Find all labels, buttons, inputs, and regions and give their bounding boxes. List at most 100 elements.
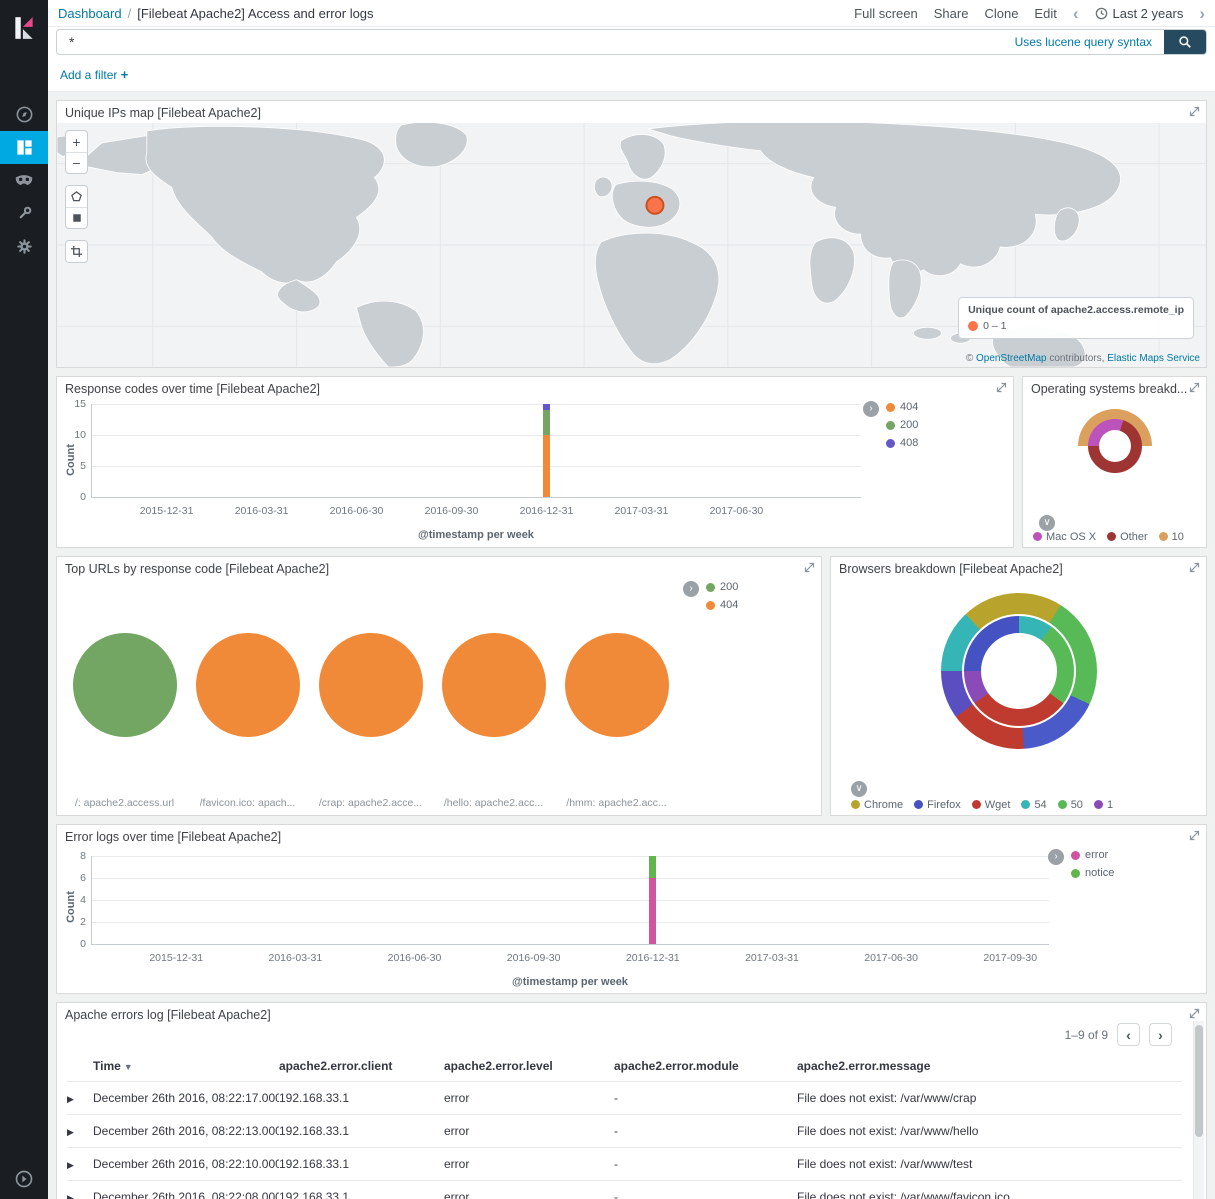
breadcrumb-dashboard-link[interactable]: Dashboard: [58, 6, 122, 21]
column-header-client[interactable]: apache2.error.client: [279, 1051, 444, 1081]
legend-item[interactable]: 1: [1094, 799, 1113, 811]
legend-toggle-icon[interactable]: ∨: [851, 781, 867, 797]
panel-title: Error logs over time [Filebeat Apache2]: [65, 830, 281, 844]
sidebar-item-discover[interactable]: [0, 98, 48, 131]
time-picker-button[interactable]: Last 2 years: [1095, 6, 1184, 21]
bar-segment-notice[interactable]: [649, 856, 656, 878]
pie-chart-200[interactable]: [73, 633, 177, 737]
error-logs-chart[interactable]: 024682015-12-312016-03-312016-06-302016-…: [91, 856, 1049, 945]
sidebar-item-dev-tools[interactable]: [0, 197, 48, 230]
cell-module: -: [614, 1180, 797, 1199]
draw-rectangle-button[interactable]: [66, 207, 87, 228]
share-button[interactable]: Share: [934, 6, 969, 21]
time-forward-button[interactable]: ›: [1199, 5, 1205, 22]
os-donut-chart[interactable]: [1078, 409, 1152, 483]
expand-panel-icon[interactable]: [996, 382, 1007, 393]
x-tick-label: 2017-09-30: [983, 952, 1037, 964]
column-header-level[interactable]: apache2.error.level: [444, 1051, 614, 1081]
kibana-logo[interactable]: [0, 0, 48, 56]
zoom-in-button[interactable]: +: [66, 131, 87, 152]
legend-label: 54: [1034, 799, 1046, 811]
legend-swatch: [1107, 532, 1116, 541]
legend-item[interactable]: 404: [886, 401, 918, 413]
elastic-maps-service-link[interactable]: Elastic Maps Service: [1107, 353, 1200, 364]
map-canvas[interactable]: + −: [57, 123, 1206, 367]
legend-swatch: [1058, 800, 1067, 809]
table-scrollbar-thumb[interactable]: [1195, 1025, 1203, 1137]
previous-page-button[interactable]: ‹: [1117, 1023, 1140, 1046]
legend-item[interactable]: Wget: [972, 799, 1011, 811]
legend-item[interactable]: Other: [1107, 531, 1148, 543]
page-title: [Filebeat Apache2] Access and error logs: [137, 6, 373, 21]
expand-row-icon[interactable]: ▶: [67, 1160, 74, 1170]
rectangle-icon: [72, 213, 82, 223]
legend-item[interactable]: 200: [886, 419, 918, 431]
column-header-module[interactable]: apache2.error.module: [614, 1051, 797, 1081]
bar-segment-200[interactable]: [543, 410, 550, 435]
cell-client: 192.168.33.1: [279, 1114, 444, 1147]
legend-item[interactable]: 404: [706, 599, 738, 611]
pie-chart-404[interactable]: [442, 633, 546, 737]
legend-item[interactable]: 408: [886, 437, 918, 449]
add-filter-button[interactable]: Add a filter +: [60, 68, 128, 82]
search-button[interactable]: [1164, 29, 1206, 55]
query-input[interactable]: * Uses lucene query syntax: [56, 29, 1207, 55]
chart-legend: error notice: [1071, 849, 1114, 885]
clone-button[interactable]: Clone: [984, 6, 1018, 21]
expand-row-icon[interactable]: ▶: [67, 1094, 74, 1104]
edit-button[interactable]: Edit: [1034, 6, 1056, 21]
legend-item[interactable]: 10: [1159, 531, 1184, 543]
legend-item[interactable]: notice: [1071, 867, 1114, 879]
expand-panel-icon[interactable]: [1189, 830, 1200, 841]
response-codes-chart[interactable]: 0510152015-12-312016-03-312016-06-302016…: [91, 404, 861, 498]
expand-panel-icon[interactable]: [804, 562, 815, 573]
expand-row-icon[interactable]: ▶: [67, 1193, 74, 1199]
bar-segment-404[interactable]: [543, 435, 550, 497]
legend-toggle-icon[interactable]: ›: [863, 401, 879, 417]
bar-segment-408[interactable]: [543, 404, 550, 410]
geo-marker[interactable]: [646, 197, 663, 214]
expand-panel-icon[interactable]: [1189, 106, 1200, 117]
expand-panel-icon[interactable]: [1189, 382, 1200, 393]
legend-item[interactable]: 50: [1058, 799, 1083, 811]
next-page-button[interactable]: ›: [1149, 1023, 1172, 1046]
legend-item[interactable]: Mac OS X: [1033, 531, 1096, 543]
bar-segment-error[interactable]: [649, 878, 656, 944]
sidebar-item-management[interactable]: [0, 230, 48, 263]
pie-chart-404[interactable]: [196, 633, 300, 737]
expand-row-icon[interactable]: ▶: [67, 1127, 74, 1137]
lucene-syntax-link[interactable]: Uses lucene query syntax: [1015, 35, 1152, 49]
sidebar-item-timelion[interactable]: [0, 164, 48, 197]
full-screen-button[interactable]: Full screen: [854, 6, 918, 21]
crop-icon: [71, 246, 82, 257]
pie-cell: /hello: apache2.acc...: [432, 633, 555, 809]
query-bar: * Uses lucene query syntax: [48, 27, 1215, 57]
collapse-nav-button[interactable]: [14, 1169, 34, 1189]
openstreetmap-link[interactable]: OpenStreetMap: [976, 353, 1047, 364]
expand-panel-icon[interactable]: [1189, 562, 1200, 573]
legend-item[interactable]: 54: [1021, 799, 1046, 811]
column-header-message[interactable]: apache2.error.message: [797, 1051, 1182, 1081]
zoom-out-button[interactable]: −: [66, 152, 87, 173]
legend-label: Firefox: [927, 799, 961, 811]
legend-item[interactable]: 200: [706, 581, 738, 593]
chart-legend: 404 200 408: [886, 401, 918, 455]
pie-chart-404[interactable]: [319, 633, 423, 737]
expand-panel-icon[interactable]: [1189, 1008, 1200, 1019]
legend-item[interactable]: Firefox: [914, 799, 961, 811]
legend-toggle-icon[interactable]: ›: [1048, 849, 1064, 865]
legend-item[interactable]: error: [1071, 849, 1114, 861]
draw-polygon-button[interactable]: [66, 186, 87, 207]
global-nav-sidebar: [0, 0, 48, 1199]
x-tick-label: 2016-09-30: [425, 505, 479, 517]
pie-chart-404[interactable]: [565, 633, 669, 737]
sidebar-item-dashboard[interactable]: [0, 131, 48, 164]
legend-item[interactable]: Chrome: [851, 799, 903, 811]
legend-toggle-icon[interactable]: ›: [683, 581, 699, 597]
time-back-button[interactable]: ‹: [1073, 5, 1079, 22]
legend-swatch: [706, 583, 715, 592]
crop-filter-button[interactable]: [66, 241, 87, 262]
legend-swatch: [886, 439, 895, 448]
browsers-donut-chart[interactable]: [941, 593, 1097, 749]
column-header-time[interactable]: Time▼: [93, 1051, 279, 1081]
